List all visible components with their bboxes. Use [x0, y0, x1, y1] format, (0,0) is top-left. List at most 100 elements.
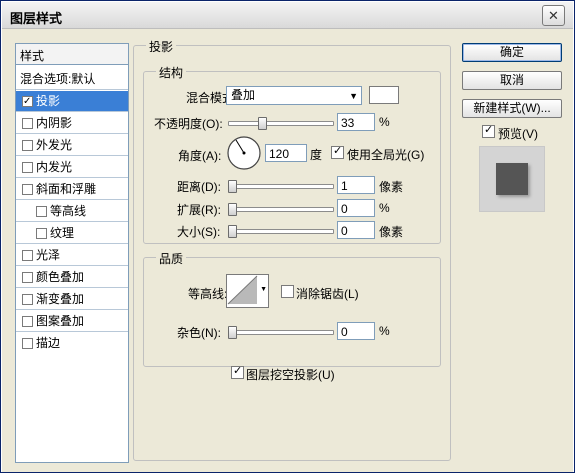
- style-item-stroke[interactable]: 描边: [16, 333, 128, 353]
- shadow-color-swatch[interactable]: [369, 86, 399, 104]
- divider: [16, 265, 128, 266]
- pattern-overlay-label: 图案叠加: [36, 314, 85, 328]
- style-item-contour[interactable]: 等高线: [16, 201, 128, 221]
- spread-slider[interactable]: [228, 207, 334, 212]
- style-item-gradient-overlay[interactable]: 渐变叠加: [16, 289, 128, 309]
- inner-shadow-checkbox[interactable]: [22, 118, 33, 129]
- divider: [16, 199, 128, 200]
- inner-shadow-label: 内阴影: [36, 116, 73, 130]
- bevel-emboss-checkbox[interactable]: [22, 184, 33, 195]
- angle-dial[interactable]: [226, 135, 262, 171]
- ok-button[interactable]: 确定: [462, 43, 562, 62]
- blend-mode-value: 叠加: [231, 88, 256, 102]
- opacity-label: 不透明度(O):: [154, 117, 223, 131]
- angle-label: 角度(A):: [178, 149, 222, 163]
- style-item-texture[interactable]: 纹理: [16, 223, 128, 243]
- bevel-emboss-label: 斜面和浮雕: [36, 182, 97, 196]
- opacity-slider-thumb[interactable]: [258, 117, 267, 130]
- anti-alias-label: 消除锯齿(L): [296, 287, 359, 301]
- divider: [16, 309, 128, 310]
- blend-options-label: 混合选项:默认: [20, 72, 96, 86]
- divider: [16, 243, 128, 244]
- satin-checkbox[interactable]: [22, 250, 33, 261]
- color-overlay-checkbox[interactable]: [22, 272, 33, 283]
- divider: [16, 155, 128, 156]
- size-slider[interactable]: [228, 229, 334, 234]
- global-light-checkbox[interactable]: [331, 144, 344, 159]
- style-list-header[interactable]: 样式: [16, 44, 128, 65]
- style-item-inner-glow[interactable]: 内发光: [16, 157, 128, 177]
- drop-shadow-group: 投影 结构 混合模式: 叠加 ▼ 不透明度(O): 33 % 角度(A): 12…: [133, 38, 451, 461]
- texture-checkbox[interactable]: [36, 228, 47, 239]
- divider: [16, 133, 128, 134]
- noise-unit: %: [379, 324, 390, 338]
- global-light-label: 使用全局光(G): [347, 148, 425, 162]
- gradient-overlay-checkbox[interactable]: [22, 294, 33, 305]
- preview-thumbnail: [479, 146, 545, 212]
- style-item-bevel-emboss[interactable]: 斜面和浮雕: [16, 179, 128, 199]
- distance-label: 距离(D):: [177, 180, 221, 194]
- close-button[interactable]: ✕: [542, 5, 565, 26]
- stroke-checkbox[interactable]: [22, 338, 33, 349]
- blend-options-item[interactable]: 混合选项:默认: [16, 69, 128, 89]
- contour-label: 等高线: [50, 204, 87, 218]
- distance-unit: 像素: [379, 180, 404, 194]
- size-slider-thumb[interactable]: [228, 225, 237, 238]
- opacity-unit: %: [379, 115, 390, 129]
- knockout-label: 图层挖空投影(U): [246, 368, 335, 382]
- contour-picker[interactable]: ▼: [226, 274, 269, 308]
- cancel-button[interactable]: 取消: [462, 71, 562, 90]
- quality-title: 品质: [156, 250, 187, 267]
- outer-glow-checkbox[interactable]: [22, 140, 33, 151]
- dialog-body: 样式 混合选项:默认 投影 内阴影 外发光: [2, 29, 573, 472]
- size-input[interactable]: 0: [337, 221, 375, 239]
- knockout-checkbox[interactable]: [231, 364, 244, 379]
- distance-slider-thumb[interactable]: [228, 180, 237, 193]
- style-item-pattern-overlay[interactable]: 图案叠加: [16, 311, 128, 331]
- divider: [16, 331, 128, 332]
- spread-unit: %: [379, 201, 390, 215]
- style-list: 样式 混合选项:默认 投影 内阴影 外发光: [15, 43, 129, 463]
- style-item-color-overlay[interactable]: 颜色叠加: [16, 267, 128, 287]
- stroke-label: 描边: [36, 336, 61, 350]
- contour-curve-icon: [227, 275, 258, 305]
- outer-glow-label: 外发光: [36, 138, 73, 152]
- anti-alias-checkbox[interactable]: [281, 285, 294, 298]
- color-overlay-label: 颜色叠加: [36, 270, 85, 284]
- divider: [16, 287, 128, 288]
- noise-slider[interactable]: [228, 330, 334, 335]
- texture-label: 纹理: [50, 226, 75, 240]
- distance-input[interactable]: 1: [337, 176, 375, 194]
- title-bar[interactable]: 图层样式 ✕: [2, 2, 573, 29]
- angle-unit: 度: [310, 148, 323, 162]
- noise-input[interactable]: 0: [337, 322, 375, 340]
- style-item-outer-glow[interactable]: 外发光: [16, 135, 128, 155]
- drop-shadow-checkbox[interactable]: [22, 92, 33, 112]
- noise-slider-thumb[interactable]: [228, 326, 237, 339]
- inner-glow-checkbox[interactable]: [22, 162, 33, 173]
- contour-label: 等高线:: [188, 287, 228, 301]
- chevron-down-icon: ▼: [260, 286, 267, 293]
- style-item-inner-shadow[interactable]: 内阴影: [16, 113, 128, 133]
- divider: [16, 89, 128, 90]
- satin-label: 光泽: [36, 248, 61, 262]
- preview-checkbox[interactable]: [482, 123, 495, 138]
- structure-title: 结构: [156, 64, 187, 81]
- opacity-slider[interactable]: [228, 121, 334, 126]
- style-item-satin[interactable]: 光泽: [16, 245, 128, 265]
- contour-checkbox[interactable]: [36, 206, 47, 217]
- divider: [16, 221, 128, 222]
- blend-mode-select[interactable]: 叠加 ▼: [226, 86, 362, 105]
- angle-input[interactable]: 120: [265, 144, 307, 162]
- preview-label: 预览(V): [498, 127, 538, 141]
- style-item-drop-shadow[interactable]: 投影: [16, 91, 128, 112]
- structure-group: 结构 混合模式: 叠加 ▼ 不透明度(O): 33 % 角度(A): 120 度…: [143, 64, 441, 244]
- distance-slider[interactable]: [228, 184, 334, 189]
- spread-input[interactable]: 0: [337, 199, 375, 217]
- spread-label: 扩展(R):: [177, 203, 221, 217]
- pattern-overlay-checkbox[interactable]: [22, 316, 33, 327]
- spread-slider-thumb[interactable]: [228, 203, 237, 216]
- opacity-input[interactable]: 33: [337, 113, 375, 131]
- new-style-button[interactable]: 新建样式(W)...: [462, 99, 562, 118]
- size-label: 大小(S):: [177, 225, 221, 239]
